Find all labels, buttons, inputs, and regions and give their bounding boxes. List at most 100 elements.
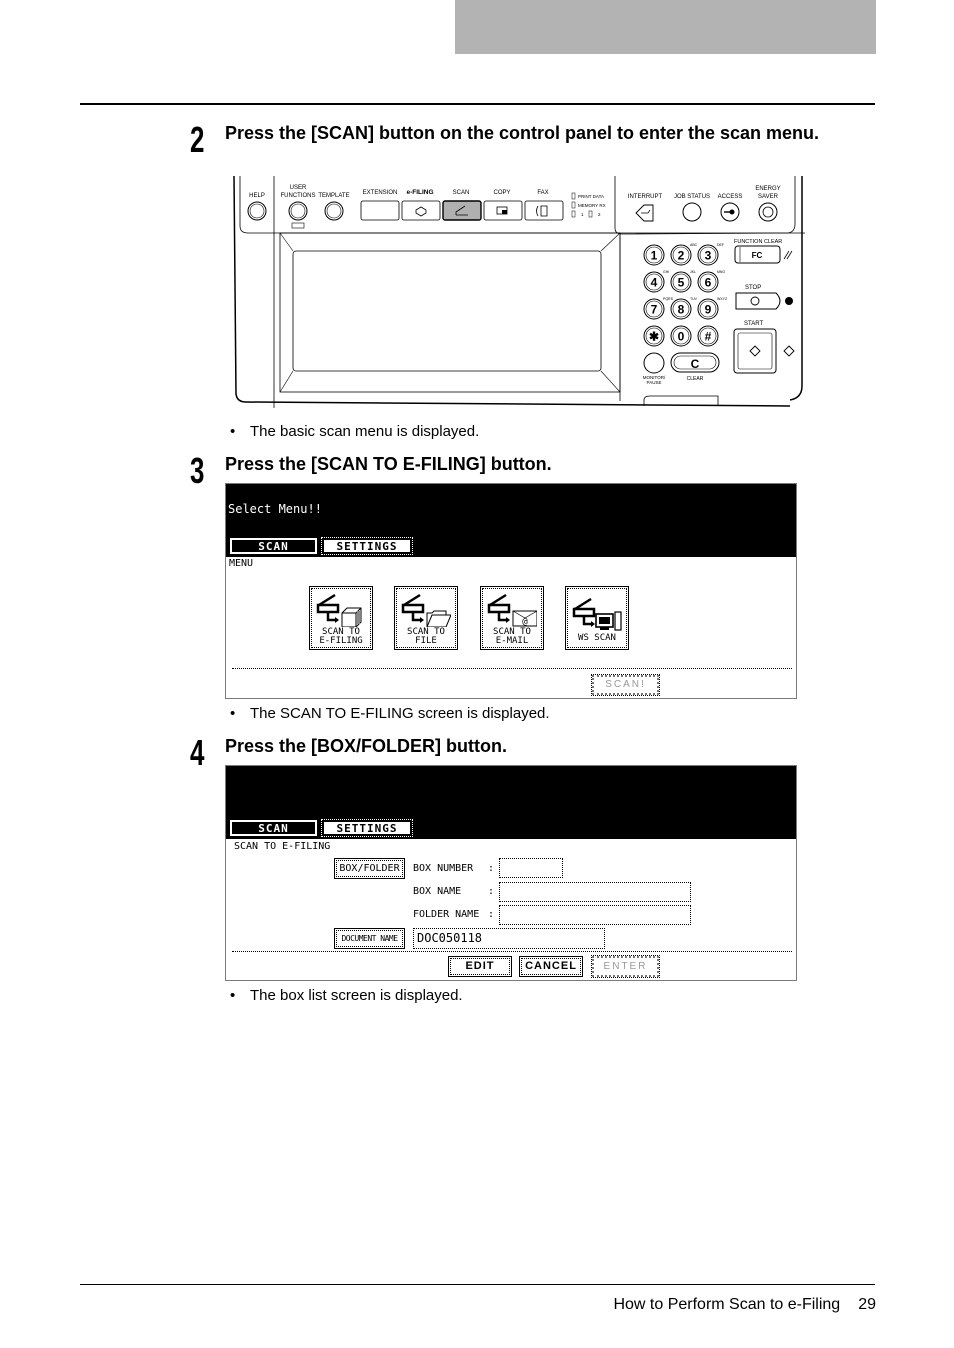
ws-scan-button[interactable]: WS SCAN bbox=[565, 586, 629, 650]
computer-icon bbox=[572, 597, 622, 631]
key-icon bbox=[729, 209, 735, 215]
interrupt-button[interactable]: INTERRUPT bbox=[628, 194, 663, 222]
keypad-key-0[interactable]: 0 bbox=[670, 325, 692, 347]
tab-settings[interactable]: SETTINGS bbox=[321, 819, 413, 837]
keypad-key-9[interactable]: 9 WXYZ bbox=[697, 297, 728, 320]
page-footer: How to Perform Scan to e-Filing 29 bbox=[560, 1296, 876, 1314]
keypad-key-7[interactable]: 7 PQRS bbox=[643, 297, 674, 320]
box-folder-button[interactable]: BOX/FOLDER bbox=[334, 858, 405, 879]
screen-header: Select Menu!! SCAN SETTINGS bbox=[226, 484, 796, 557]
box-number-label: BOX NUMBER bbox=[413, 863, 474, 874]
keypad-key-star[interactable]: ✱ bbox=[643, 325, 665, 347]
copy-button[interactable]: COPY bbox=[483, 190, 523, 221]
keypad-key-label: 8 bbox=[678, 303, 685, 317]
scan-start-button[interactable]: SCAN! bbox=[591, 674, 660, 696]
step-number: 2 bbox=[190, 119, 205, 160]
cancel-button[interactable]: CANCEL bbox=[519, 956, 583, 977]
e-filing-button[interactable]: e-FILING bbox=[401, 189, 441, 221]
step-number: 3 bbox=[190, 450, 205, 491]
screen-title: Select Menu!! bbox=[228, 502, 322, 516]
fax-label: FAX bbox=[537, 190, 548, 196]
scan-to-file-button[interactable]: SCAN TO FILE bbox=[394, 586, 458, 650]
interrupt-label: INTERRUPT bbox=[628, 194, 663, 200]
stop-indicator-icon bbox=[785, 297, 793, 305]
indicator-lamps: PRINT DATA MEMORY RX 1 2 bbox=[571, 192, 606, 218]
energy-saver-button[interactable]: ENERGY SAVER bbox=[755, 186, 781, 222]
keypad-key-label: 3 bbox=[705, 249, 712, 263]
access-button[interactable]: ACCESS bbox=[718, 194, 743, 222]
extension-button[interactable]: EXTENSION bbox=[360, 190, 400, 221]
keypad-key-letters: WXYZ bbox=[717, 297, 728, 301]
template-label: TEMPLATE bbox=[318, 193, 349, 199]
tab-scan[interactable]: SCAN bbox=[229, 819, 318, 837]
scan-to-e-filing-button[interactable]: SCAN TO E-FILING bbox=[309, 586, 373, 650]
header-bar bbox=[455, 0, 876, 54]
step-title: Press the [SCAN TO E-FILING] button. bbox=[225, 454, 552, 474]
keypad-key-letters: MNO bbox=[717, 270, 725, 274]
enter-button[interactable]: ENTER bbox=[591, 955, 660, 978]
bottom-rule bbox=[80, 1284, 875, 1285]
fax-button[interactable]: FAX bbox=[524, 190, 564, 221]
function-clear-label: FUNCTION CLEAR bbox=[734, 239, 782, 245]
keypad-key-4[interactable]: 4 GHI bbox=[643, 270, 669, 293]
icon-caption: SCAN TO FILE bbox=[407, 627, 445, 646]
keypad-key-hash[interactable]: # bbox=[697, 325, 719, 347]
keypad-key-1[interactable]: 1 bbox=[643, 244, 665, 266]
keypad-key-label: 4 bbox=[651, 276, 658, 290]
scan-button[interactable]: SCAN bbox=[442, 190, 482, 221]
document-name-button[interactable]: DOCUMENT NAME bbox=[334, 928, 405, 949]
page-number: 29 bbox=[858, 1296, 876, 1313]
step-note-text: The basic scan menu is displayed. bbox=[250, 423, 480, 440]
scan-label: SCAN bbox=[453, 190, 470, 196]
box-number-field[interactable] bbox=[499, 858, 563, 878]
step-note: • The SCAN TO E-FILING screen is displaye… bbox=[230, 705, 550, 722]
keypad-key-3[interactable]: 3 DEF bbox=[697, 243, 724, 266]
keypad-key-6[interactable]: 6 MNO bbox=[697, 270, 725, 293]
job-status-button[interactable]: JOB STATUS bbox=[674, 194, 710, 222]
keypad-key-letters: TUV bbox=[690, 297, 698, 301]
function-clear-icon bbox=[783, 250, 793, 260]
folder-name-field[interactable] bbox=[499, 905, 691, 925]
edit-button[interactable]: EDIT bbox=[448, 956, 512, 977]
energy-saver-label-2: SAVER bbox=[758, 194, 779, 200]
control-panel: HELP USER FUNCTIONS TEMPLATE EXTENSION e… bbox=[230, 175, 840, 408]
screen-header: SCAN SETTINGS bbox=[226, 766, 796, 839]
start-button[interactable] bbox=[733, 328, 795, 374]
clear-key-label: C bbox=[691, 357, 700, 371]
step-number: 4 bbox=[190, 732, 205, 773]
stop-button[interactable] bbox=[735, 292, 793, 310]
keypad-key-2[interactable]: 2 ABC bbox=[670, 243, 698, 266]
keypad-key-5[interactable]: 5 JKL bbox=[670, 270, 696, 293]
keypad-key-label: 9 bbox=[705, 303, 712, 317]
scan-to-e-filing-screen: SCAN SETTINGS SCAN TO E-FILING BOX/FOLDE… bbox=[225, 765, 797, 981]
function-clear-button[interactable]: FC bbox=[734, 245, 793, 264]
line1-indicator: 1 bbox=[581, 212, 584, 217]
divider bbox=[232, 951, 792, 952]
scan-to-e-mail-button[interactable]: @ SCAN TO E-MAIL bbox=[480, 586, 544, 650]
box-name-field[interactable] bbox=[499, 882, 691, 902]
monitor-pause-label-2: PAUSE bbox=[647, 380, 662, 385]
keypad-key-8[interactable]: 8 TUV bbox=[670, 297, 698, 320]
icon-caption: WS SCAN bbox=[578, 633, 616, 643]
print-data-indicator: PRINT DATA bbox=[578, 194, 604, 199]
keypad-key-label: 7 bbox=[651, 303, 658, 317]
extension-label: EXTENSION bbox=[363, 190, 398, 196]
template-button[interactable]: TEMPLATE bbox=[318, 193, 350, 221]
job-status-label: JOB STATUS bbox=[674, 194, 710, 200]
user-functions-button[interactable]: USER FUNCTIONS bbox=[281, 185, 316, 229]
colon: : bbox=[488, 886, 495, 897]
tab-scan[interactable]: SCAN bbox=[229, 537, 318, 555]
keypad-key-letters: GHI bbox=[663, 270, 669, 274]
user-functions-indicator-icon bbox=[291, 222, 305, 229]
keypad-key-label: 1 bbox=[651, 249, 658, 263]
colon: : bbox=[488, 863, 495, 874]
document-name-field[interactable]: DOC050118 bbox=[413, 928, 605, 949]
clear-button[interactable]: C CLEAR bbox=[670, 352, 720, 382]
tab-settings[interactable]: SETTINGS bbox=[321, 537, 413, 555]
scan-menu-screen: Select Menu!! SCAN SETTINGS MENU SCAN TO… bbox=[225, 483, 797, 699]
keypad-key-letters: ABC bbox=[690, 243, 698, 247]
help-button[interactable]: HELP bbox=[247, 193, 267, 221]
monitor-pause-button[interactable]: MONITOR/ PAUSE bbox=[643, 352, 666, 385]
line2-indicator: 2 bbox=[598, 212, 601, 217]
keypad-key-letters: PQRS bbox=[663, 297, 674, 301]
